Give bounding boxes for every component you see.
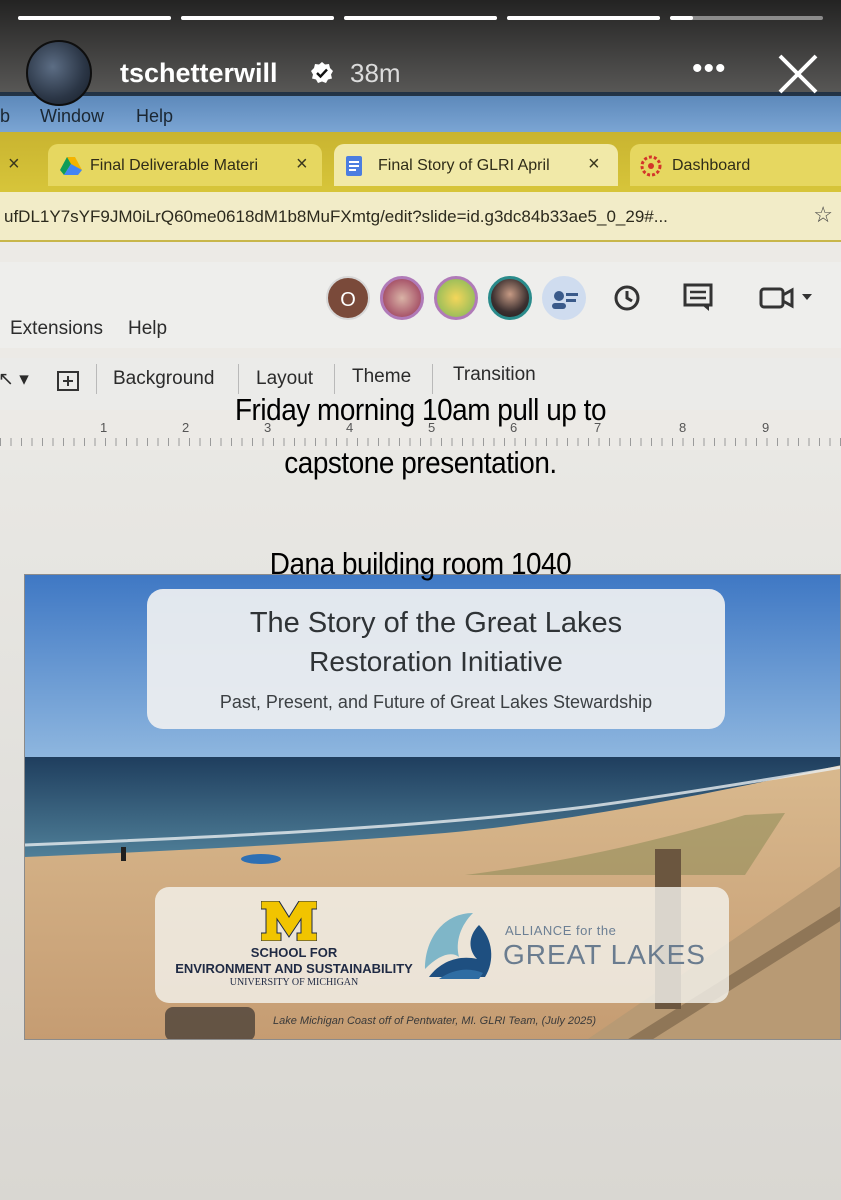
bookmark-star-icon[interactable]: ☆ <box>813 202 833 228</box>
story-username[interactable]: tschetterwill <box>120 58 278 89</box>
university-of-michigan-logo-icon <box>261 901 317 941</box>
logo-panel: SCHOOL FOR ENVIRONMENT AND SUSTAINABILIT… <box>155 887 729 1003</box>
menu-item-tab[interactable]: b <box>0 106 10 127</box>
comments-icon[interactable] <box>682 282 716 314</box>
toolbar-divider <box>334 364 335 394</box>
toolbar-divider <box>96 364 97 394</box>
verified-badge-icon <box>311 62 333 83</box>
progress-fill <box>670 16 693 20</box>
close-icon[interactable]: × <box>8 153 20 176</box>
slide-title-box[interactable]: The Story of the Great Lakes Restoration… <box>147 589 725 729</box>
theme-button[interactable]: Theme <box>352 366 411 388</box>
um-school-for: SCHOOL FOR <box>250 945 338 960</box>
more-options-icon[interactable]: ••• <box>692 52 727 86</box>
um-environment-sustainability: ENVIRONMENT AND SUSTAINABILITY <box>175 961 413 976</box>
os-menubar: b Window Help <box>0 92 841 136</box>
progress-fill <box>507 16 660 20</box>
tab-final-deliverable[interactable]: Final Deliverable Materi × <box>48 144 322 186</box>
slide-title-line1: The Story of the Great Lakes <box>249 607 623 639</box>
photographed-screen: b Window Help × Final Deliverable Materi… <box>0 0 841 1200</box>
url-text[interactable]: ufDL1Y7sYF9JM0iLrQ60me0618dM1b8MuFXmtg/e… <box>4 207 668 227</box>
slide-subtitle: Past, Present, and Future of Great Lakes… <box>219 692 653 712</box>
tab-final-story[interactable]: Final Story of GLRI April × <box>334 144 618 186</box>
layout-button[interactable]: Layout <box>256 368 313 390</box>
collaborator-avatar[interactable] <box>380 276 424 320</box>
collaborator-avatar[interactable] <box>488 276 532 320</box>
menu-extensions[interactable]: Extensions <box>10 318 103 340</box>
slides-icon <box>346 156 362 176</box>
menu-item-window[interactable]: Window <box>40 106 104 127</box>
transition-button[interactable]: Transition <box>453 364 536 386</box>
tab-previous[interactable]: × <box>0 144 32 186</box>
tab-label: Final Story of GLRI April <box>378 157 550 174</box>
slide-thumbnail[interactable]: The Story of the Great Lakes Restoration… <box>24 574 841 1040</box>
close-icon[interactable] <box>776 52 820 96</box>
story-caption-line3: Dana building room 1040 <box>269 546 572 581</box>
progress-segment <box>181 16 334 20</box>
background-button[interactable]: Background <box>113 368 214 390</box>
toolbar-divider <box>238 364 239 394</box>
history-icon[interactable] <box>610 282 644 314</box>
um-university: UNIVERSITY OF MICHIGAN <box>229 977 359 988</box>
story-progress-bar <box>18 16 823 20</box>
tab-label: Final Deliverable Materi <box>90 157 259 174</box>
progress-segment <box>670 16 823 20</box>
slide-title-line2: Restoration Initiative <box>309 646 563 677</box>
menu-item-help[interactable]: Help <box>136 106 173 127</box>
story-caption-line1: Friday morning 10am pull up to <box>234 392 607 427</box>
tab-dashboard[interactable]: Dashboard <box>630 144 841 186</box>
progress-fill <box>344 16 497 20</box>
photo-caption: Lake Michigan Coast off of Pentwater, MI… <box>273 1015 597 1027</box>
browser-tab-strip: × Final Deliverable Materi × Final Story… <box>0 132 841 192</box>
progress-segment <box>344 16 497 20</box>
drive-icon <box>60 157 82 175</box>
address-bar[interactable]: ufDL1Y7sYF9JM0iLrQ60me0618dM1b8MuFXmtg/e… <box>0 192 841 242</box>
toolbar-divider <box>432 364 433 394</box>
story-caption-line2: capstone presentation. <box>284 445 557 480</box>
alliance-great-lakes-logo-icon <box>425 913 492 979</box>
collaborator-avatar[interactable] <box>434 276 478 320</box>
progress-segment <box>507 16 660 20</box>
progress-fill <box>181 16 334 20</box>
progress-fill <box>18 16 171 20</box>
great-lakes-wordmark: GREAT LAKES <box>503 939 706 970</box>
collaborator-avatar-initial[interactable]: O <box>326 276 370 320</box>
canvas-icon <box>640 155 662 177</box>
share-collaborators-icon[interactable] <box>542 276 586 320</box>
progress-segment <box>18 16 171 20</box>
alliance-for-the: ALLIANCE for the <box>505 923 617 938</box>
meet-camera-icon[interactable] <box>758 282 818 314</box>
close-icon[interactable]: × <box>588 153 600 176</box>
story-time: 38m <box>350 58 401 88</box>
profile-avatar[interactable] <box>26 40 92 106</box>
close-icon[interactable]: × <box>296 153 308 176</box>
new-slide-icon[interactable] <box>56 370 80 392</box>
menu-help[interactable]: Help <box>128 318 167 340</box>
pointer-tool-icon[interactable]: ↖ ▾ <box>0 368 29 391</box>
tab-label: Dashboard <box>672 157 751 174</box>
